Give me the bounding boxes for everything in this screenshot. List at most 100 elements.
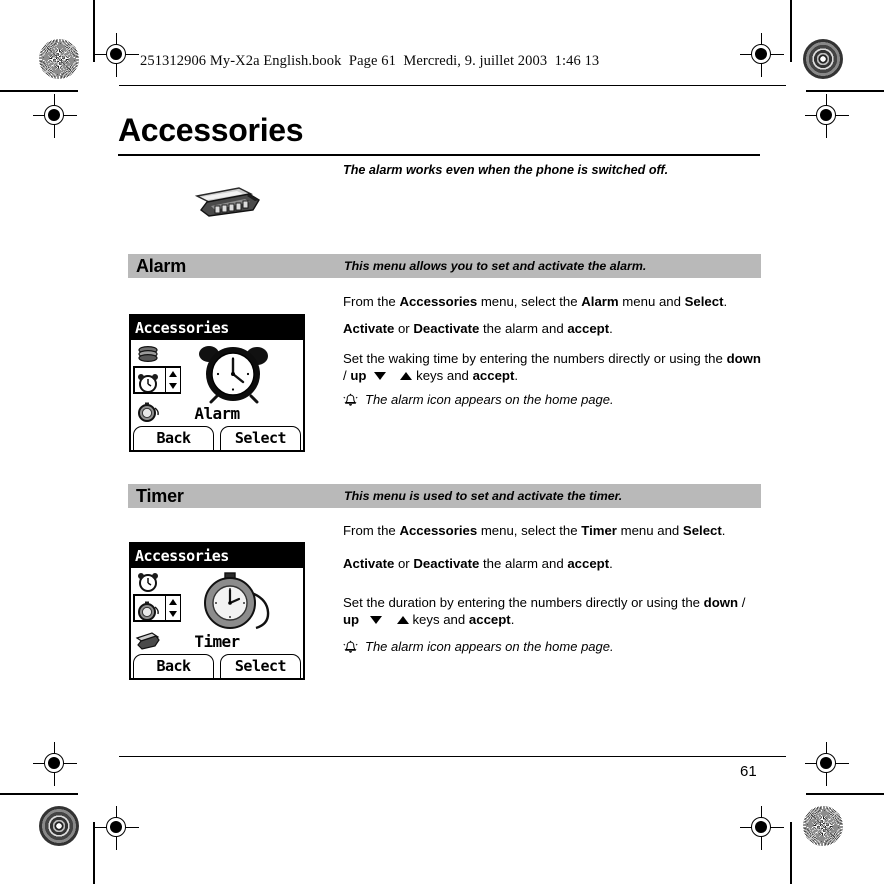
section-title-alarm: Alarm [136,256,187,276]
softkey-back-timer[interactable]: Back [133,654,214,678]
registration-mark-right-bottom [805,742,849,786]
phone-screen-title-timer: Accessories [131,544,303,568]
text-bold: accept [567,555,610,571]
softkey-select-timer[interactable]: Select [220,654,301,678]
text-fragment: keys and [412,367,473,383]
softkey-select-alarm[interactable]: Select [220,426,301,450]
text-fragment: Set the duration by entering the numbers… [343,594,704,610]
phone-screen-body-alarm: Alarm Back Select [131,340,303,450]
text-fragment: From the [343,294,400,309]
phone-softkeys-timer: Back Select [131,652,303,678]
text-fragment: . [510,611,515,627]
registration-mark-bottom-left [95,806,139,850]
registration-mark-top-right [740,33,784,77]
text-fragment: menu and [616,523,683,538]
triangle-down-icon [370,616,383,625]
text-fragment: / [738,594,746,610]
print-rosette-top-left [39,39,79,79]
print-rosette-bottom-left [39,806,79,846]
text-bold: accept [567,320,610,336]
text-bold: Activate [343,555,395,571]
text-fragment: . [721,523,726,538]
phone-screenshot-alarm: Accessories Alarm Back Select [129,314,305,452]
header-rule [119,85,786,87]
text-fragment: From the [343,523,400,538]
timer-note-text: The alarm icon appears on the home page. [365,638,614,654]
stack-icon [135,342,161,366]
footer-rule [119,756,786,758]
text-bold: Accessories [399,294,478,309]
section-title-timer: Timer [136,486,184,506]
triangle-up-icon [396,616,409,625]
text-fragment: . [609,555,613,571]
alarm-clock-artwork [191,342,279,404]
section-header-alarm: Alarm This menu allows you to set and ac… [128,254,761,278]
text-bold: Select [684,294,724,309]
phone-screen-title-alarm: Accessories [131,316,303,340]
scroll-down-icon[interactable] [169,383,177,389]
text-bold: Accessories [399,523,478,538]
intro-note: The alarm works even when the phone is s… [343,163,669,177]
triangle-down-icon [373,372,386,381]
toolbox-icon [193,182,265,222]
trim-line-bottom-right-v [790,822,792,884]
alarm-clock-icon [135,570,161,594]
text-bold: Timer [581,523,617,538]
title-rule [118,154,760,156]
section-body-alarm: From the Accessories menu, select the Al… [343,294,761,412]
registration-mark-bottom-right [740,806,784,850]
book-header-note: 251312906 My-X2a English.book Page 61 Me… [140,53,600,69]
section-body-timer: From the Accessories menu, select the Ti… [343,523,761,659]
text-bold: up [343,611,360,627]
text-bold: accept [468,611,511,627]
registration-mark-left-top [33,94,77,138]
text-bold: up [350,367,367,383]
page-number: 61 [740,763,757,780]
text-fragment: . [609,320,613,336]
phone-screenshot-timer: Accessories Timer Back Select [129,542,305,680]
bell-icon [343,393,358,412]
text-bold: Activate [343,320,395,336]
phone-scroll-indicator-timer[interactable] [165,595,181,621]
text-fragment: or [394,320,414,336]
alarm-paragraph-1: From the Accessories menu, select the Al… [343,294,761,310]
text-fragment: menu and [618,294,685,309]
timer-note: The alarm icon appears on the home page. [343,638,761,659]
section-subtitle-alarm: This menu allows you to set and activate… [344,259,647,273]
timer-paragraph-1: From the Accessories menu, select the Ti… [343,523,761,539]
page-title: Accessories [118,112,304,148]
section-subtitle-timer: This menu is used to set and activate th… [344,489,623,503]
registration-mark-right-top [805,94,849,138]
softkey-back-alarm[interactable]: Back [133,426,214,450]
text-bold: Alarm [581,294,619,309]
text-fragment: or [394,555,414,571]
text-fragment: the alarm and [479,320,568,336]
registration-mark-top-left [95,33,139,77]
print-rosette-top-right [803,39,843,79]
triangle-up-icon [400,372,413,381]
trim-line-bottom-left-h [0,793,78,795]
scroll-down-icon[interactable] [169,611,177,617]
trim-line-top-right-h [806,90,884,92]
phone-item-label-timer: Timer [194,632,240,651]
alarm-paragraph-3: Set the waking time by entering the numb… [343,350,761,384]
section-header-timer: Timer This menu is used to set and activ… [128,484,761,508]
scroll-up-icon[interactable] [169,371,177,377]
phone-item-label-alarm: Alarm [194,404,240,423]
text-bold: Deactivate [413,555,480,571]
bell-icon [343,640,358,659]
scroll-up-icon[interactable] [169,599,177,605]
phone-softkeys-alarm: Back Select [131,424,303,450]
stopwatch-artwork [191,570,279,632]
text-fragment: menu, select the [477,523,582,538]
trim-line-top-right-v [790,0,792,62]
trim-line-top-left-h [0,90,78,92]
text-bold: accept [472,367,515,383]
text-fragment: . [514,367,519,383]
alarm-note: The alarm icon appears on the home page. [343,392,761,412]
phone-scroll-indicator-alarm[interactable] [165,367,181,393]
phone-screen-body-timer: Timer Back Select [131,568,303,678]
